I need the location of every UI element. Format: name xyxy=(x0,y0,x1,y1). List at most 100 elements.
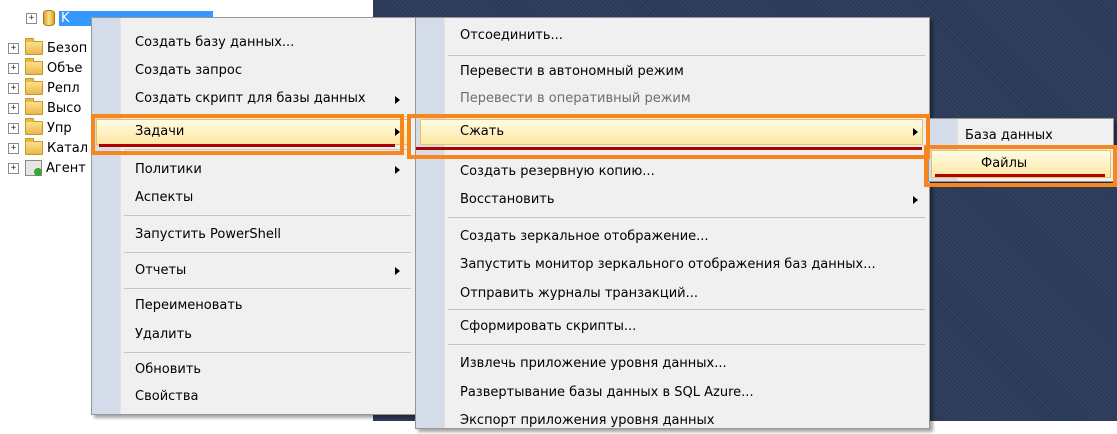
expand-icon[interactable]: + xyxy=(8,122,19,134)
tree-node-catalogs[interactable]: + Катал xyxy=(8,138,88,158)
menu-item-label: Извлечь приложение уровня данных... xyxy=(460,355,727,371)
menu-item-label: Переименовать xyxy=(135,297,243,313)
folder-icon xyxy=(25,78,43,95)
menu-item-create-database[interactable]: Создать базу данных... xyxy=(135,28,294,56)
menu-separator xyxy=(124,352,411,353)
tree-node-label[interactable]: Высо xyxy=(47,101,81,116)
tree-node-label[interactable]: Упр xyxy=(47,121,72,136)
expand-icon[interactable]: + xyxy=(8,82,19,94)
callout-box-tasks xyxy=(91,114,404,155)
folder-icon xyxy=(25,138,43,155)
tree-node-management[interactable]: + Упр xyxy=(8,118,72,138)
menu-item-label: Запустить монитор зеркального отображени… xyxy=(460,256,876,272)
agent-icon xyxy=(25,160,42,176)
menu-item-label: Экспорт приложения уровня данных xyxy=(460,412,715,428)
menu-item-label: Обновить xyxy=(135,361,202,377)
tasks-submenu: Отсоединить... Перевести в автономный ре… xyxy=(415,17,930,429)
menu-separator xyxy=(448,55,925,56)
expand-icon[interactable]: + xyxy=(8,62,19,74)
menu-item-label: Создать запрос xyxy=(135,62,242,78)
menu-item-label: Создать скрипт для базы данных xyxy=(135,90,366,106)
menu-item-detach[interactable]: Отсоединить... xyxy=(460,21,563,49)
menu-item-label: Сформировать скрипты... xyxy=(460,318,637,334)
folder-icon xyxy=(25,98,43,115)
menu-item-properties[interactable]: Свойства xyxy=(135,382,199,410)
submenu-arrow-icon xyxy=(395,166,400,174)
tree-node-high-availability[interactable]: + Высо xyxy=(8,98,81,118)
menu-item-label: Отсоединить... xyxy=(460,27,563,43)
menu-item-ship-logs[interactable]: Отправить журналы транзакций... xyxy=(460,279,698,307)
tree-node-security[interactable]: + Безоп xyxy=(8,38,87,58)
menu-item-label: Отправить журналы транзакций... xyxy=(460,285,698,301)
tree-node-label[interactable]: Катал xyxy=(47,141,88,156)
database-icon xyxy=(43,10,55,26)
menu-item-label: Политики xyxy=(135,161,202,177)
menu-item-script-database[interactable]: Создать скрипт для базы данных xyxy=(135,84,366,112)
menu-item-refresh[interactable]: Обновить xyxy=(135,355,201,383)
menu-item-label: База данных xyxy=(965,127,1053,143)
callout-underline-shrink xyxy=(416,147,922,150)
menu-separator xyxy=(448,344,925,345)
menu-item-deploy-azure[interactable]: Развертывание базы данных в SQL Azure... xyxy=(460,378,754,406)
tree-node-label[interactable]: Объе xyxy=(47,61,82,76)
menu-gutter xyxy=(92,18,121,414)
callout-box-files xyxy=(924,145,1117,187)
tree-node-replication[interactable]: + Репл xyxy=(8,78,80,98)
menu-item-extract-dac[interactable]: Извлечь приложение уровня данных... xyxy=(460,349,727,377)
tree-node-label[interactable]: Безоп xyxy=(47,41,87,56)
folder-icon xyxy=(25,58,43,75)
menu-item-new-query[interactable]: Создать запрос xyxy=(135,56,242,84)
menu-separator xyxy=(448,217,925,218)
tree-node-agent[interactable]: + Агент xyxy=(8,158,86,178)
submenu-arrow-icon xyxy=(395,96,400,104)
callout-underline-files xyxy=(935,174,1105,177)
menu-item-backup[interactable]: Создать резервную копию... xyxy=(460,157,655,185)
menu-item-label: Перевести в оперативный режим xyxy=(460,90,691,106)
menu-item-label: Отчеты xyxy=(135,262,187,278)
menu-item-start-powershell[interactable]: Запустить PowerShell xyxy=(135,220,281,248)
menu-item-mirror[interactable]: Создать зеркальное отображение... xyxy=(460,222,709,250)
folder-icon xyxy=(25,118,43,135)
menu-item-label: Аспекты xyxy=(135,189,194,205)
menu-separator xyxy=(124,252,411,253)
submenu-arrow-icon xyxy=(913,196,918,204)
folder-icon xyxy=(25,38,43,55)
tree-node-label[interactable]: Агент xyxy=(46,161,86,176)
submenu-arrow-icon xyxy=(395,267,400,275)
menu-item-label: Запустить PowerShell xyxy=(135,226,282,242)
expand-icon[interactable]: + xyxy=(8,162,19,174)
menu-item-bring-online: Перевести в оперативный режим xyxy=(460,84,691,112)
menu-item-label: Развертывание базы данных в SQL Azure... xyxy=(460,384,754,400)
menu-item-label: Перевести в автономный режим xyxy=(460,63,684,79)
menu-item-label: Создать базу данных... xyxy=(135,34,295,50)
menu-item-take-offline[interactable]: Перевести в автономный режим xyxy=(460,57,684,85)
callout-underline-tasks xyxy=(99,144,395,147)
tree-node-label[interactable]: Репл xyxy=(47,81,80,96)
menu-separator xyxy=(124,215,411,216)
menu-item-label: Свойства xyxy=(135,388,199,404)
menu-item-label: Восстановить xyxy=(460,191,555,207)
callout-box-shrink xyxy=(407,114,930,159)
menu-item-label: Удалить xyxy=(135,326,192,342)
expand-icon[interactable]: + xyxy=(8,142,19,154)
menu-item-generate-scripts[interactable]: Сформировать скрипты... xyxy=(460,312,636,340)
menu-item-policies[interactable]: Политики xyxy=(135,155,202,183)
menu-item-mirror-monitor[interactable]: Запустить монитор зеркального отображени… xyxy=(460,250,876,278)
database-context-menu: Создать базу данных... Создать запрос Со… xyxy=(91,17,416,415)
menu-item-restore[interactable]: Восстановить xyxy=(460,185,555,213)
menu-item-export-dac[interactable]: Экспорт приложения уровня данных xyxy=(460,406,714,434)
menu-separator xyxy=(448,309,925,310)
menu-item-delete[interactable]: Удалить xyxy=(135,320,192,348)
menu-item-label: Создать зеркальное отображение... xyxy=(460,228,709,244)
menu-gutter xyxy=(416,18,445,428)
menu-item-facets[interactable]: Аспекты xyxy=(135,183,193,211)
menu-item-rename[interactable]: Переименовать xyxy=(135,291,243,319)
tree-node-objects[interactable]: + Объе xyxy=(8,58,82,78)
object-explorer-tree: + K + Безоп + Объе + Репл + Высо + Упр +… xyxy=(0,0,213,421)
expand-icon[interactable]: + xyxy=(8,42,19,54)
menu-item-label: Создать резервную копию... xyxy=(460,163,655,179)
expand-icon[interactable]: + xyxy=(26,12,37,24)
menu-separator xyxy=(124,288,411,289)
menu-item-reports[interactable]: Отчеты xyxy=(135,256,186,284)
expand-icon[interactable]: + xyxy=(8,102,19,114)
